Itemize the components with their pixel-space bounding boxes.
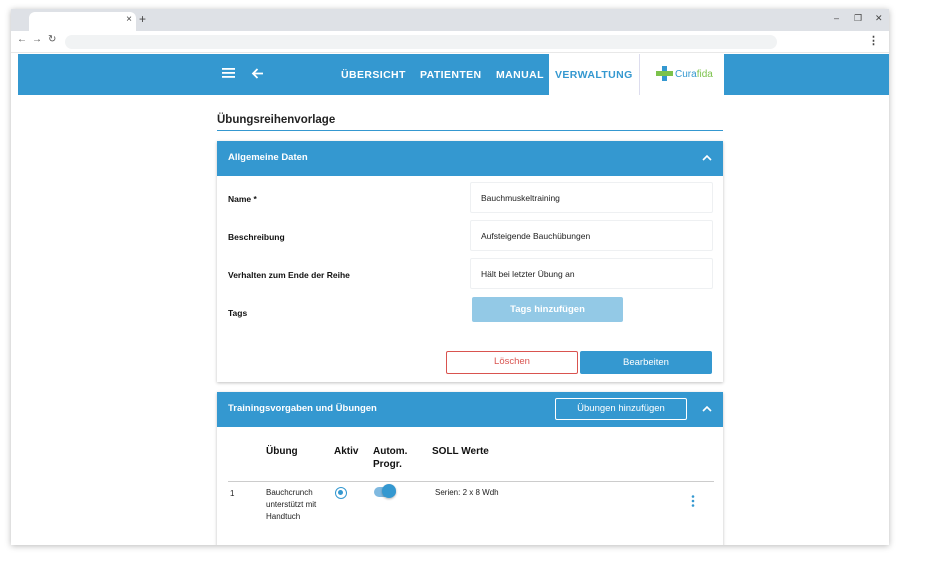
new-tab-icon[interactable]: + <box>139 12 146 26</box>
address-bar[interactable] <box>65 35 777 49</box>
reload-icon[interactable]: ↻ <box>48 34 56 45</box>
end-behavior-label: Verhalten zum Ende der Reihe <box>228 270 350 280</box>
training-header[interactable]: Trainingsvorgaben und Übungen Übungen hi… <box>217 392 723 427</box>
add-exercises-button[interactable]: Übungen hinzufügen <box>555 398 687 420</box>
name-label: Name * <box>228 194 257 204</box>
arrow-back-icon[interactable] <box>250 66 265 81</box>
edit-button[interactable]: Bearbeiten <box>580 351 712 374</box>
hamburger-menu-icon[interactable] <box>221 66 236 80</box>
column-auto-progression-2: Progr. <box>373 459 402 470</box>
logo-text-main: Cura <box>675 69 697 80</box>
browser-tab[interactable]: × <box>29 12 136 31</box>
chevron-up-icon[interactable] <box>701 404 713 414</box>
general-data-header[interactable]: Allgemeine Daten <box>217 141 723 176</box>
more-vert-icon[interactable] <box>691 495 695 507</box>
tags-label: Tags <box>228 308 248 318</box>
training-title: Trainingsvorgaben und Übungen <box>228 403 377 414</box>
title-divider <box>217 130 723 131</box>
restore-icon[interactable]: ❐ <box>854 13 862 24</box>
target-values: Serien: 2 x 8 Wdh <box>435 488 499 497</box>
nav-administration[interactable]: VERWALTUNG <box>549 54 639 95</box>
close-window-icon[interactable]: ✕ <box>875 13 883 24</box>
column-auto-progression-1: Autom. <box>373 446 408 457</box>
column-target-values: SOLL Werte <box>432 446 489 457</box>
delete-button[interactable]: Löschen <box>446 351 578 374</box>
nav-manual[interactable]: MANUAL <box>496 69 544 81</box>
exercise-name-line1: Bauchcrunch <box>266 488 313 497</box>
column-active: Aktiv <box>334 446 359 457</box>
browser-menu-icon[interactable]: ⋮ <box>868 34 879 47</box>
description-label: Beschreibung <box>228 232 285 242</box>
general-data-title: Allgemeine Daten <box>228 152 308 163</box>
description-field[interactable]: Aufsteigende Bauchübungen <box>470 220 713 251</box>
logo-cross-icon <box>656 66 673 81</box>
general-data-card: Allgemeine Daten Name * Bauchmuskeltrain… <box>217 141 723 382</box>
nav-patients[interactable]: PATIENTEN <box>420 69 482 81</box>
tab-strip: × + – ❐ ✕ <box>11 9 889 31</box>
app-header: ÜBERSICHT PATIENTEN MANUAL VERWALTUNG Cu… <box>18 54 889 95</box>
row-index: 1 <box>230 489 235 498</box>
toggle-knob[interactable] <box>382 484 396 498</box>
curafida-logo: Curafida <box>639 54 724 95</box>
back-nav-icon[interactable]: ← <box>17 34 27 45</box>
active-radio[interactable] <box>335 487 347 499</box>
page-title: Übungsreihenvorlage <box>217 114 336 126</box>
training-card: Trainingsvorgaben und Übungen Übungen hi… <box>217 392 723 545</box>
browser-window: × + – ❐ ✕ ← → ↻ ⋮ ÜBERSICHT PATIENTEN MA… <box>11 9 889 545</box>
exercise-name-line2: unterstützt mit <box>266 500 317 509</box>
minimize-icon[interactable]: – <box>834 13 839 23</box>
exercise-name-line3: Handtuch <box>266 512 301 521</box>
logo-text: Curafida <box>675 69 713 80</box>
chevron-up-icon[interactable] <box>701 153 713 163</box>
nav-overview[interactable]: ÜBERSICHT <box>341 69 406 81</box>
column-exercise: Übung <box>266 446 298 457</box>
forward-nav-icon[interactable]: → <box>32 34 42 45</box>
table-header-divider <box>228 481 714 482</box>
tab-close-icon[interactable]: × <box>126 14 132 25</box>
browser-toolbar: ← → ↻ ⋮ <box>11 31 889 53</box>
end-behavior-field[interactable]: Hält bei letzter Übung an <box>470 258 713 289</box>
logo-text-accent: fida <box>696 69 713 80</box>
add-tags-button[interactable]: Tags hinzufügen <box>472 297 623 322</box>
name-field[interactable]: Bauchmuskeltraining <box>470 182 713 213</box>
